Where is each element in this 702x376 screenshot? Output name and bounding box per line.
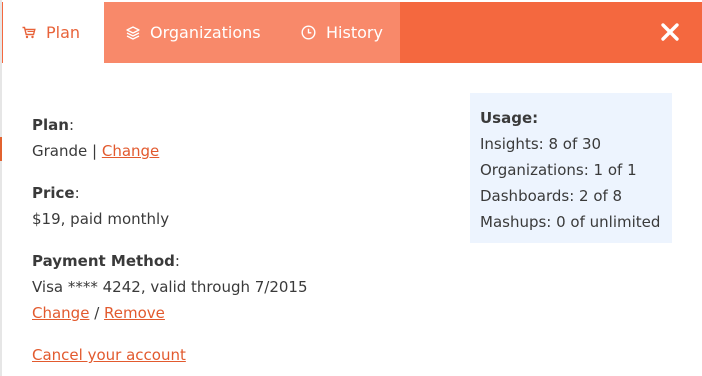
plan-details: Plan: Grande | Change Price: $19, paid m… [32, 112, 308, 368]
change-plan-link[interactable]: Change [102, 142, 159, 160]
remove-payment-link[interactable]: Remove [104, 304, 165, 322]
payment-separator: / [89, 304, 105, 322]
usage-row-insights: Insights: 8 of 30 [480, 135, 602, 153]
cart-icon [22, 26, 36, 39]
price-label: Price [32, 184, 75, 202]
layers-icon [126, 25, 140, 40]
price-value: $19, paid monthly [32, 210, 170, 228]
clock-icon [301, 25, 316, 40]
usage-title: Usage: [480, 109, 539, 127]
tab-bar: Plan Organizations History [2, 2, 702, 63]
change-payment-link[interactable]: Change [32, 304, 89, 322]
price-heading: Price: [32, 184, 80, 202]
usage-row-dashboards: Dashboards: 2 of 8 [480, 187, 623, 205]
usage-row-mashups: Mashups: 0 of unlimited [480, 213, 661, 231]
usage-panel: Usage: Insights: 8 of 30 Organizations: … [470, 93, 672, 243]
payment-label: Payment Method [32, 252, 175, 270]
tab-organizations[interactable]: Organizations [104, 2, 301, 63]
price-section: Price: $19, paid monthly [32, 180, 308, 232]
payment-value: Visa **** 4242, valid through 7/2015 [32, 278, 308, 296]
tab-organizations-label: Organizations [150, 23, 261, 42]
tab-history-label: History [326, 23, 383, 42]
plan-separator: | [87, 142, 102, 160]
payment-heading: Payment Method: [32, 252, 180, 270]
plan-heading: Plan: [32, 116, 74, 134]
plan-value: Grande [32, 142, 88, 160]
payment-section: Payment Method: Visa **** 4242, valid th… [32, 248, 308, 326]
close-button[interactable] [660, 22, 680, 42]
plan-section: Plan: Grande | Change [32, 112, 308, 164]
plan-label: Plan [32, 116, 69, 134]
cancel-section: Cancel your account [32, 342, 308, 368]
tab-plan-label: Plan [46, 23, 81, 42]
usage-row-organizations: Organizations: 1 of 1 [480, 161, 637, 179]
tab-plan[interactable]: Plan [3, 2, 104, 63]
close-icon [661, 23, 679, 41]
plan-value-row: Grande | Change [32, 138, 308, 164]
payment-actions: Change / Remove [32, 300, 308, 326]
tab-history[interactable]: History [301, 2, 400, 63]
page-edge-accent [0, 137, 2, 161]
cancel-account-link[interactable]: Cancel your account [32, 346, 186, 364]
